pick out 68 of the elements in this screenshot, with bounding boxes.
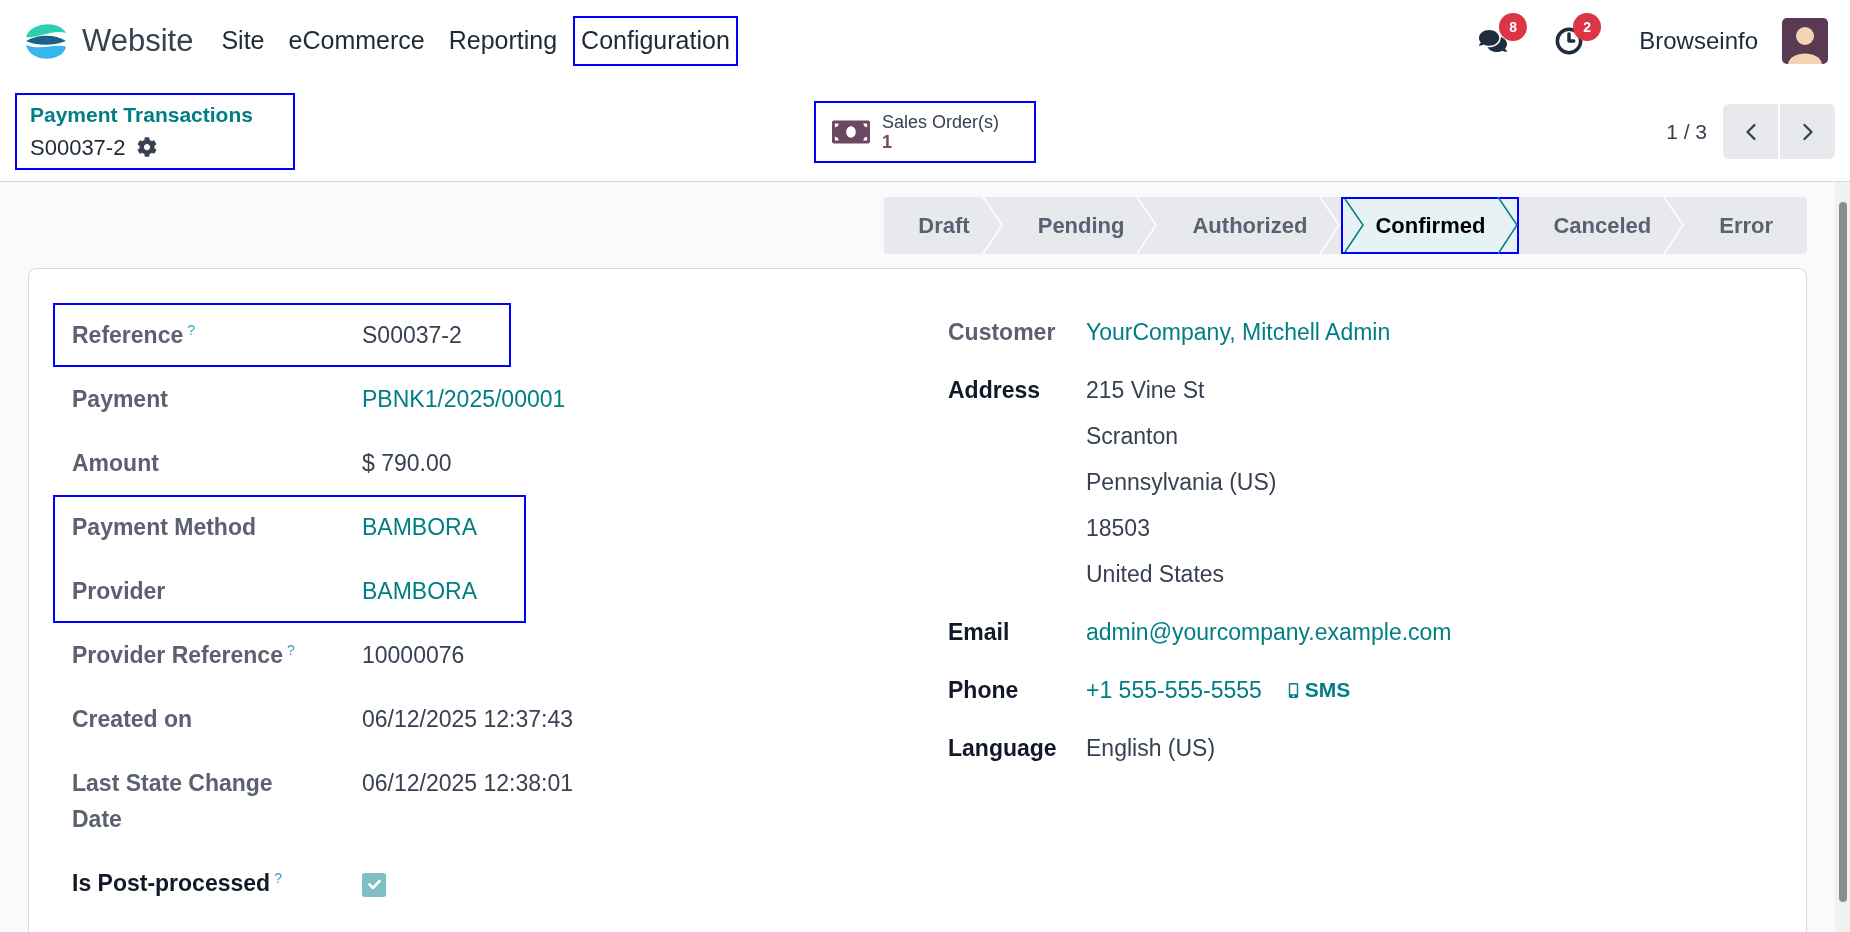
status-step[interactable]: Draft: [884, 197, 1004, 254]
record-name: S00037-2: [30, 133, 126, 162]
app-name: Website: [82, 21, 194, 60]
field-label: Created on: [72, 706, 193, 732]
menu-item[interactable]: Site: [213, 16, 273, 66]
address-line: United States: [1086, 560, 1226, 588]
chevron-icon: [1663, 197, 1686, 254]
field-link[interactable]: YourCompany, Mitchell Admin: [1086, 319, 1391, 345]
field-link[interactable]: admin@yourcompany.example.com: [1086, 619, 1452, 645]
field-value: English (US): [1086, 735, 1216, 761]
field-link[interactable]: BAMBORA: [362, 514, 478, 540]
address-line: Scranton: [1086, 422, 1180, 450]
breadcrumb-link[interactable]: Payment Transactions: [30, 99, 280, 131]
chevron-icon: [1319, 197, 1342, 254]
user-avatar[interactable]: [1782, 18, 1828, 64]
order-count: 1: [882, 131, 892, 152]
field-label: Language: [948, 734, 1057, 762]
field-label: Last State Change Date: [72, 770, 273, 832]
help-tooltip-mark[interactable]: ?: [187, 322, 196, 338]
field-value: 06/12/2025 12:37:43: [362, 706, 574, 732]
field-link[interactable]: PBNK1/2025/00001: [362, 386, 566, 412]
user-name[interactable]: Browseinfo: [1639, 23, 1758, 59]
field-value: S00037-2: [362, 322, 462, 348]
settings-icon[interactable]: [137, 137, 158, 158]
checkbox[interactable]: [362, 872, 386, 897]
field-label: Provider: [72, 578, 166, 604]
field-value: 10000076: [362, 642, 465, 668]
notification-badge: 2: [1573, 13, 1602, 41]
field-label: Customer: [948, 318, 1056, 346]
chevron-icon: [981, 197, 1004, 254]
sms-button[interactable]: SMS: [1285, 676, 1351, 704]
status-step[interactable]: Canceled: [1519, 197, 1686, 254]
field-label: Provider Reference: [72, 642, 283, 668]
address-line: 18503: [1086, 514, 1151, 542]
chevron-icon: [1136, 197, 1159, 254]
menu-item[interactable]: eCommerce: [280, 16, 433, 66]
field-label: Payment Method: [72, 514, 257, 540]
chevron-icon: [1497, 197, 1520, 254]
status-step[interactable]: Pending: [1003, 197, 1159, 254]
pager-value: 1 / 3: [1666, 118, 1707, 145]
status-step[interactable]: Authorized: [1158, 197, 1342, 254]
help-tooltip-mark[interactable]: ?: [286, 642, 295, 658]
field-label: Is Post-processed: [72, 870, 271, 896]
field-label: Phone: [948, 676, 1019, 704]
field-label: Address: [948, 376, 1041, 404]
field-label: Payment: [72, 386, 168, 412]
clock-icon[interactable]: [1555, 27, 1584, 55]
check-icon: [367, 878, 381, 891]
field-value: $ 790.00: [362, 450, 452, 476]
field-link[interactable]: BAMBORA: [362, 578, 478, 604]
help-tooltip-mark[interactable]: ?: [274, 870, 282, 886]
button-label: Sales Order(s): [882, 111, 1000, 132]
messages-icon[interactable]: [1479, 27, 1508, 55]
field-label: Email: [948, 618, 1010, 646]
status-step[interactable]: Confirmed: [1341, 197, 1520, 254]
status-step[interactable]: Error: [1685, 197, 1807, 254]
field-label: Reference: [72, 322, 184, 348]
menu-item[interactable]: Reporting: [440, 16, 566, 66]
notification-badge: 8: [1499, 13, 1528, 41]
menu-item[interactable]: Configuration: [573, 16, 738, 66]
sales-orders-button[interactable]: Sales Order(s) 1: [814, 100, 1036, 163]
field-label: Amount: [72, 450, 159, 476]
chevron-icon: [1343, 197, 1366, 254]
phone-link[interactable]: +1 555-555-5555: [1086, 676, 1262, 704]
address-line: 215 Vine St: [1086, 376, 1206, 404]
address-line: Pennsylvania (US): [1086, 468, 1278, 496]
field-value: 06/12/2025 12:38:01: [362, 770, 574, 796]
scrollbar[interactable]: [1835, 182, 1850, 932]
